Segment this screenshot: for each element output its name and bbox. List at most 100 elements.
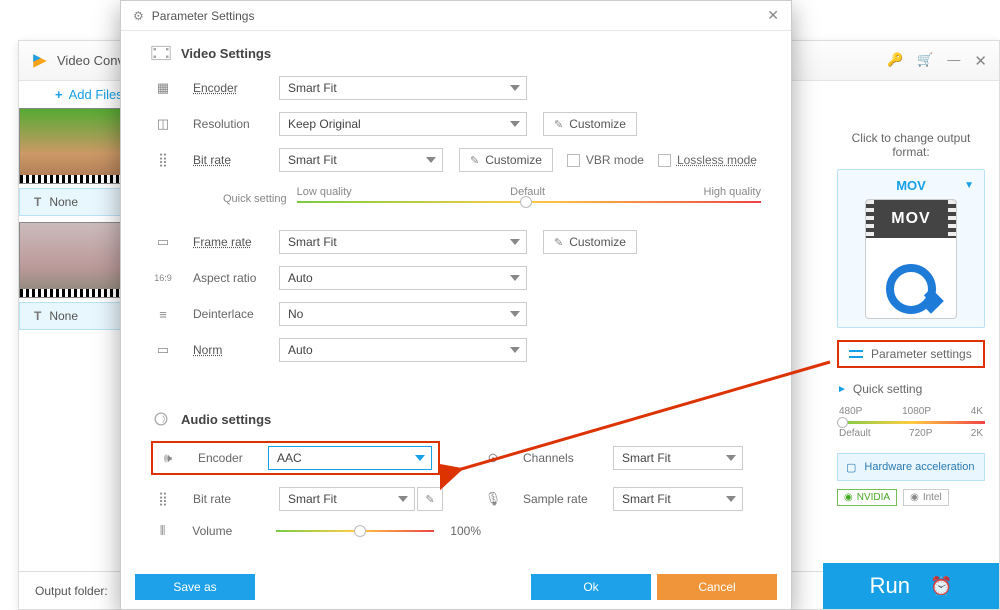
chevron-right-icon: ► [837, 384, 847, 395]
dialog-title: Parameter Settings [152, 9, 255, 23]
minimize-button[interactable]: — [947, 52, 960, 70]
audio-bitrate-row: ⣿ Bit rate Smart Fit ✎ 🎙 Sample rate Sma… [151, 487, 761, 511]
bitrate-select[interactable]: Smart Fit [279, 148, 443, 172]
ok-button[interactable]: Ok [531, 574, 651, 600]
pencil-icon: ✎ [554, 236, 563, 249]
quick-setting-row: Quick setting Low quality Default High q… [223, 183, 761, 205]
video-item[interactable]: T None [19, 222, 125, 330]
intel-icon: ◉ [910, 492, 919, 503]
mic-icon: 🎙 [481, 491, 505, 507]
format-name: MOV [846, 178, 976, 193]
output-folder-label: Output folder: [35, 584, 108, 598]
left-panel: + Add Files T None T None [19, 81, 125, 609]
quick-setting-panel: ► Quick setting 480P 1080P 4K Default 72… [837, 382, 985, 439]
resolution-icon: ◫ [151, 116, 175, 132]
quick-setting-label[interactable]: ► Quick setting [837, 382, 985, 396]
pencil-icon: ✎ [425, 493, 434, 506]
deinterlace-label: Deinterlace [193, 307, 279, 321]
parameter-settings-button[interactable]: Parameter settings [837, 340, 985, 368]
audio-encoder-row: 🕪 Encoder AAC ⊙ Channels Smart Fit [151, 441, 761, 475]
film-icon [151, 45, 171, 61]
norm-select[interactable]: Auto [279, 338, 527, 362]
add-files-label: Add Files [69, 87, 123, 102]
slider-knob[interactable] [354, 525, 366, 537]
framerate-customize-button[interactable]: ✎Customize [543, 230, 637, 254]
quick-setting-label: Quick setting [223, 193, 287, 205]
right-panel: Click to change output format: MOV ▼ MOV… [823, 121, 999, 506]
run-label: Run [870, 573, 910, 599]
change-format-label: Click to change output format: [837, 131, 985, 159]
vbr-checkbox[interactable]: VBR mode [567, 153, 644, 167]
resolution-ticks-top: 480P 1080P 4K [837, 406, 985, 417]
video-item[interactable]: T None [19, 108, 125, 216]
run-button[interactable]: Run ⏰ [823, 563, 999, 609]
channels-select[interactable]: Smart Fit [613, 446, 743, 470]
slider-knob[interactable] [837, 417, 848, 428]
audio-bitrate-edit-button[interactable]: ✎ [417, 487, 443, 511]
dialog-footer: Save as Ok Cancel [121, 565, 791, 609]
save-as-button[interactable]: Save as [135, 574, 255, 600]
format-badge-text: MOV [866, 200, 956, 238]
text-icon: T [34, 195, 41, 209]
app-logo-icon [31, 52, 49, 70]
hw-logos: ◉NVIDIA ◉Intel [837, 489, 985, 506]
bitrate-customize-button[interactable]: ✎Customize [459, 148, 553, 172]
dialog-close-button[interactable]: ✕ [767, 7, 779, 24]
video-section-title: Video Settings [181, 46, 271, 61]
lossless-checkbox[interactable]: Lossless mode [658, 153, 757, 167]
bitrate-icon: ⣿ [151, 152, 175, 168]
encoder-icon: ▦ [151, 80, 175, 96]
framerate-icon: ▭ [151, 234, 175, 250]
subtitle-value: None [49, 309, 78, 323]
resolution-slider[interactable] [837, 421, 985, 424]
video-section-header: Video Settings [151, 45, 761, 61]
subtitle-value: None [49, 195, 78, 209]
speaker-icon: 🕪 [156, 450, 180, 466]
framerate-select[interactable]: Smart Fit [279, 230, 527, 254]
format-selector[interactable]: MOV ▼ MOV [837, 169, 985, 328]
slider-knob[interactable] [520, 196, 532, 208]
resolution-row: ◫ Resolution Keep Original ✎Customize [151, 111, 761, 137]
samplerate-label: Sample rate [523, 492, 613, 506]
deinterlace-select[interactable]: No [279, 302, 527, 326]
chip-icon: ▢ [846, 461, 856, 474]
video-thumbnail [19, 222, 125, 298]
chevron-down-icon: ▼ [964, 180, 974, 191]
channels-icon: ⊙ [481, 450, 505, 466]
settings-icon: ⚙ [133, 9, 144, 23]
volume-row: ⫴ Volume 100% [151, 523, 761, 539]
resolution-select[interactable]: Keep Original [279, 112, 527, 136]
key-icon[interactable]: 🔑 [887, 52, 903, 70]
intel-badge: ◉Intel [903, 489, 949, 506]
samplerate-select[interactable]: Smart Fit [613, 487, 743, 511]
bitrate-row: ⣿ Bit rate Smart Fit ✎Customize VBR mode… [151, 147, 761, 173]
deinterlace-row: ≡ Deinterlace No [151, 301, 761, 327]
cart-icon[interactable]: 🛒 [917, 52, 933, 70]
subtitle-row[interactable]: T None [19, 188, 125, 216]
close-button[interactable]: ✕ [974, 52, 987, 70]
resolution-customize-button[interactable]: ✎Customize [543, 112, 637, 136]
subtitle-row[interactable]: T None [19, 302, 125, 330]
volume-slider[interactable] [276, 530, 435, 532]
parameter-settings-dialog: ⚙ Parameter Settings ✕ Video Settings ▦ … [120, 0, 792, 610]
audio-section-header: Audio settings [151, 411, 761, 427]
hardware-acceleration-button[interactable]: ▢ Hardware acceleration [837, 453, 985, 481]
audio-encoder-label: Encoder [198, 451, 268, 465]
audio-bitrate-select[interactable]: Smart Fit [279, 487, 415, 511]
nvidia-badge: ◉NVIDIA [837, 489, 897, 506]
channels-label: Channels [523, 451, 613, 465]
audio-encoder-select[interactable]: AAC [268, 446, 432, 470]
cancel-button[interactable]: Cancel [657, 574, 777, 600]
resolution-ticks-bottom: Default 720P 2K [837, 428, 985, 439]
encoder-select[interactable]: Smart Fit [279, 76, 527, 100]
aspect-row: 16:9 Aspect ratio Auto [151, 265, 761, 291]
pencil-icon: ✎ [554, 118, 563, 131]
aspect-icon: 16:9 [151, 273, 175, 283]
add-files-button[interactable]: + Add Files [55, 87, 125, 102]
quality-slider[interactable] [297, 201, 761, 203]
resolution-label: Resolution [193, 117, 279, 131]
volume-percent: 100% [450, 524, 481, 538]
aspect-select[interactable]: Auto [279, 266, 527, 290]
nvidia-icon: ◉ [844, 492, 853, 503]
encoder-row: ▦ Encoder Smart Fit [151, 75, 761, 101]
